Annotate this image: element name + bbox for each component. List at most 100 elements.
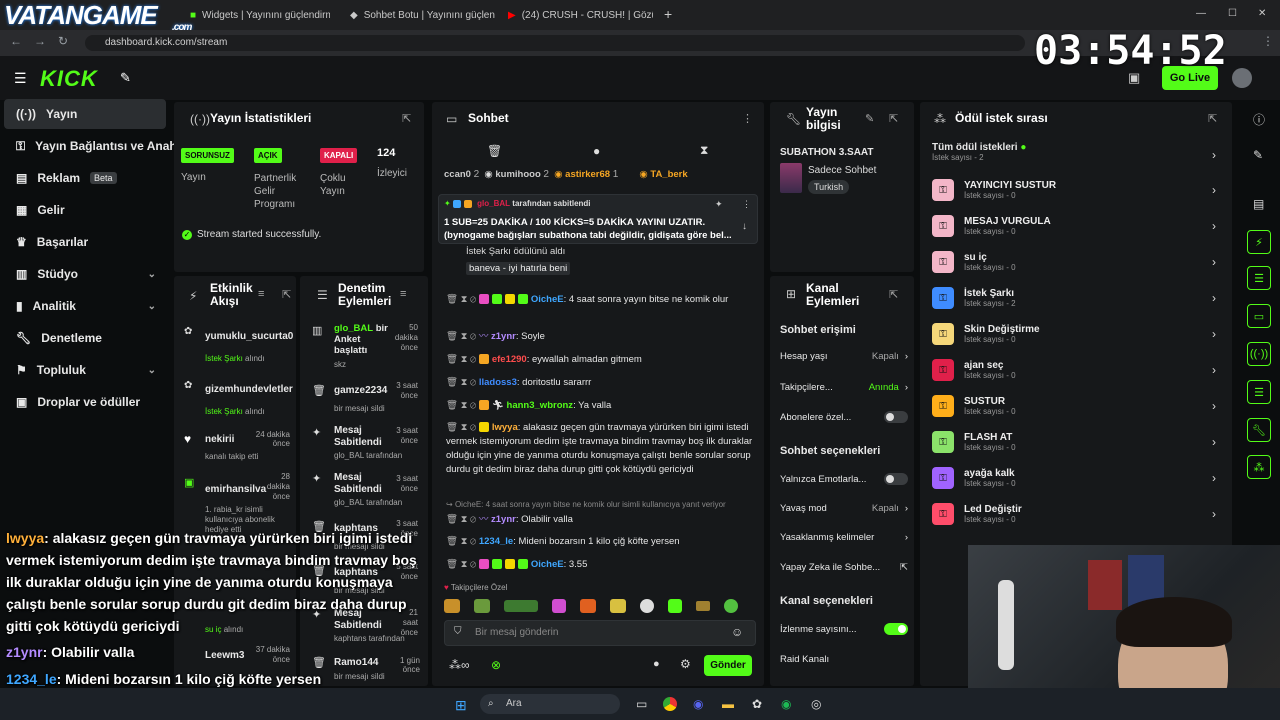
pin-icon[interactable]: ✎	[120, 70, 131, 86]
menu-icon[interactable]: ⋮	[1262, 34, 1274, 48]
sidebar-item-droplar[interactable]: ▣ Droplar ve ödüller	[4, 387, 166, 417]
list-tool-button[interactable]: ☰	[1247, 266, 1271, 290]
popout-icon[interactable]: ⇱	[402, 112, 411, 125]
moderation-tool-button[interactable]: ☰	[1247, 380, 1271, 404]
more-icon[interactable]: ⋮	[742, 112, 753, 125]
reward-row[interactable]: ⚿ su iç İstek sayısı - 0 ›	[932, 245, 1222, 279]
broadcast-tool-button[interactable]: ((·))	[1247, 342, 1271, 366]
layout-icon[interactable]: ▤	[1253, 197, 1264, 211]
emote-row[interactable]	[444, 597, 756, 615]
chrome-icon[interactable]	[663, 697, 677, 711]
toggle-switch[interactable]	[884, 411, 908, 423]
setting-slow-mode[interactable]: Yavaş mod Kapalı ›	[780, 498, 908, 518]
sidebar-item-reklam[interactable]: ▤ Reklam Beta	[4, 163, 166, 193]
minimize-button[interactable]: —	[1196, 8, 1206, 19]
chat-message[interactable]: 🗑︎ ⧗ ⊘ 〰 z1ynr: Soyle	[446, 330, 762, 344]
toggle-switch[interactable]	[884, 473, 908, 485]
setting-followers-only[interactable]: Takipçilere... Anında ›	[780, 377, 908, 397]
folder-icon[interactable]: ▬	[722, 697, 734, 711]
popout-icon[interactable]: ⇱	[1208, 112, 1217, 125]
chat-bubble-icon[interactable]: ●	[593, 144, 600, 158]
discord-icon[interactable]: ◉	[693, 697, 703, 711]
setting-account-age[interactable]: Hesap yaşı Kapalı ›	[780, 346, 908, 366]
reward-row[interactable]: ⚿ MESAJ VURGULA İstek sayısı - 0 ›	[932, 209, 1222, 243]
browser-tab-widgets[interactable]: ■Widgets | Yayınını güçlendirme✕	[190, 5, 330, 25]
kick-points-icon[interactable]: ⊗	[491, 658, 501, 672]
close-window-button[interactable]: ✕	[1258, 8, 1266, 19]
reward-row[interactable]: ⚿ FLASH AT İstek sayısı - 0 ›	[932, 425, 1222, 459]
sidebar-item-topluluk[interactable]: ⚑ Topluluk ⌄	[4, 355, 166, 385]
hamburger-icon[interactable]: ☰	[14, 70, 27, 87]
setting-emote-only[interactable]: Yalnızca Emotlarla...	[780, 469, 908, 489]
more-icon[interactable]: ⋮	[742, 199, 751, 210]
app-icon[interactable]: ✿	[752, 697, 762, 711]
send-button[interactable]: Gönder	[704, 655, 752, 676]
reward-row[interactable]: ⚿ SUSTUR İstek sayısı - 0 ›	[932, 389, 1222, 423]
browser-tab-chatbot[interactable]: ◆Sohbet Botu | Yayınını güçlendi✕	[350, 5, 495, 25]
trash-icon[interactable]: 🗑︎	[487, 144, 502, 158]
browser-tab-youtube[interactable]: ▶(24) CRUSH - CRUSH! | Gözü K✕	[508, 5, 653, 25]
emote-icon[interactable]	[580, 599, 596, 613]
popout-icon[interactable]: ⇱	[282, 288, 291, 301]
emote-icon[interactable]	[724, 599, 738, 613]
kick-logo[interactable]: KICK	[40, 66, 98, 92]
chat-message[interactable]: 🗑︎ ⧗ ⊘ 🏃︎ hann3_wbronz: Ya valla	[446, 399, 762, 413]
chat-tool-button[interactable]: ▭	[1247, 304, 1271, 328]
rewards-tool-button[interactable]: ⁂	[1247, 455, 1271, 479]
edit-icon[interactable]: ✎	[1253, 148, 1263, 162]
reload-icon[interactable]: ↻	[58, 34, 68, 48]
info-icon[interactable]: ⓘ	[1253, 111, 1265, 128]
chat-message[interactable]: 🗑︎ ⧗ ⊘ 〰 z1ynr: Olabilir valla	[446, 513, 762, 527]
reward-row[interactable]: ⚿ ayağa kalk İstek sayısı - 0 ›	[932, 461, 1222, 495]
reward-row[interactable]: ⚿ ajan seç İstek sayısı - 0 ›	[932, 353, 1222, 387]
sidebar-item-basarilar[interactable]: ♛ Başarılar	[4, 227, 166, 257]
setting-banned-words[interactable]: Yasaklanmış kelimeler ›	[780, 527, 908, 547]
sidebar-item-yayin[interactable]: ((·)) Yayın	[4, 99, 166, 129]
reward-row[interactable]: ⚿ YAYINCIYI SUSTUR İstek sayısı - 0 ›	[932, 173, 1222, 207]
back-icon[interactable]: ←	[10, 34, 22, 48]
forward-icon[interactable]: →	[34, 34, 46, 48]
emote-icon[interactable]	[504, 600, 538, 612]
sidebar-item-studyo[interactable]: ▥ Stüdyo ⌄	[4, 259, 166, 289]
sidebar-item-denetleme[interactable]: 🔧︎ Denetleme	[4, 323, 166, 353]
emote-icon[interactable]	[696, 601, 710, 611]
emoji-icon[interactable]: ☺	[731, 625, 743, 639]
setting-view-count[interactable]: İzlenme sayısını...	[780, 619, 908, 639]
avatar[interactable]	[1232, 68, 1252, 88]
reward-row[interactable]: ⚿ İstek Şarkı İstek sayısı - 2 ›	[932, 281, 1222, 315]
new-tab-button[interactable]: +	[664, 6, 672, 22]
hourglass-icon[interactable]: ⧗	[700, 143, 708, 158]
emote-icon[interactable]	[474, 599, 490, 613]
spotify-icon[interactable]: ◉	[781, 697, 791, 711]
lightning-tool-button[interactable]: ⚡︎	[1247, 230, 1271, 254]
wrench-tool-button[interactable]: 🔧︎	[1247, 418, 1271, 442]
windows-start-icon[interactable]: ⊞	[455, 697, 467, 714]
chat-message[interactable]: 🗑︎ ⧗ ⊘ 1234_le: Mideni bozarsın 1 kilo ç…	[446, 535, 762, 549]
emote-icon[interactable]	[610, 599, 626, 613]
maximize-button[interactable]: ☐	[1228, 8, 1237, 19]
task-view-icon[interactable]: ▭	[636, 697, 647, 711]
emote-icon[interactable]	[552, 599, 566, 613]
sidebar-item-analitik[interactable]: ▮ Analitik ⌄	[4, 291, 166, 321]
chat-message[interactable]: 🗑︎ ⧗ ⊘ OicheE: 3.55	[446, 558, 762, 572]
taskbar-search[interactable]: ⌕ Ara	[480, 694, 620, 714]
chat-message[interactable]: 🗑︎ ⧗ ⊘ efe1290: eywallah almadan gitmem	[446, 353, 762, 367]
arrow-down-icon[interactable]: ↓	[742, 221, 747, 232]
toggle-switch[interactable]	[884, 623, 908, 635]
setting-subscribers-only[interactable]: Abonelere özel...	[780, 407, 908, 427]
chat-message[interactable]: 🗑︎ ⧗ ⊘ lladoss3: doritostlu sararrr	[446, 376, 762, 390]
reward-row[interactable]: ⚿ Skin Değiştirme İstek sayısı - 0 ›	[932, 317, 1222, 351]
obs-icon[interactable]: ◎	[811, 697, 821, 711]
sidebar-item-stream-key[interactable]: ⚿ Yayın Bağlantısı ve Anahtar	[4, 131, 192, 161]
filter-icon[interactable]: ≡	[400, 288, 406, 300]
url-field[interactable]: dashboard.kick.com/stream	[85, 35, 1025, 51]
chat-message[interactable]: 🗑︎ ⧗ ⊘ OicheE: 4 saat sonra yayın bitse …	[446, 293, 762, 307]
setting-raid-channel[interactable]: Raid Kanalı	[780, 649, 908, 669]
sidebar-item-gelir[interactable]: ▦ Gelir	[4, 195, 166, 225]
popout-icon[interactable]: ⇱	[889, 112, 898, 125]
popout-icon[interactable]: ⇱	[889, 288, 898, 301]
edit-icon[interactable]: ✎	[865, 112, 874, 125]
filter-icon[interactable]: ≡	[258, 288, 264, 300]
reward-row[interactable]: ⚿ Led Değiştir İstek sayısı - 0 ›	[932, 497, 1222, 531]
chat-tools-icon[interactable]: ⁂∞	[449, 658, 470, 672]
